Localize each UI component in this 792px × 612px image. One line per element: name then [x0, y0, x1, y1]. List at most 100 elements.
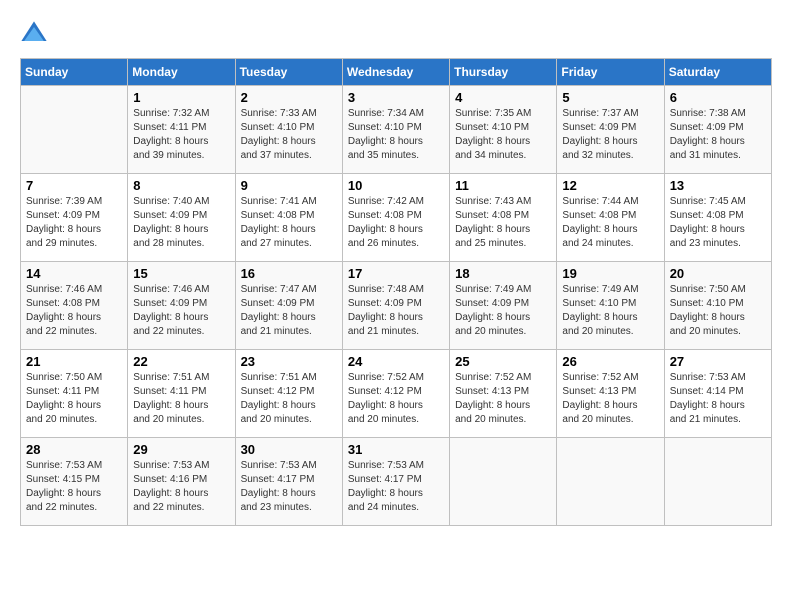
calendar-cell: 17 Sunrise: 7:48 AMSunset: 4:09 PMDayligh…	[342, 262, 449, 350]
calendar-cell: 7 Sunrise: 7:39 AMSunset: 4:09 PMDaylight…	[21, 174, 128, 262]
calendar-cell: 30Sunrise: 7:53 AMSunset: 4:17 PMDayligh…	[235, 438, 342, 526]
day-number: 26	[562, 354, 658, 369]
day-number: 1	[133, 90, 229, 105]
calendar-cell: 3 Sunrise: 7:34 AMSunset: 4:10 PMDaylight…	[342, 86, 449, 174]
calendar-cell: 27 Sunrise: 7:53 AMSunset: 4:14 PMDayligh…	[664, 350, 771, 438]
day-number: 18	[455, 266, 551, 281]
col-header-sunday: Sunday	[21, 59, 128, 86]
day-number: 13	[670, 178, 766, 193]
day-info: Sunrise: 7:53 AMSunset: 4:16 PMDaylight:…	[133, 459, 229, 515]
calendar-cell: 6 Sunrise: 7:38 AMSunset: 4:09 PMDaylight…	[664, 86, 771, 174]
calendar-cell: 31 Sunrise: 7:53 AMSunset: 4:17 PMDayligh…	[342, 438, 449, 526]
day-info: Sunrise: 7:53 AMSunset: 4:14 PMDaylight:…	[670, 371, 766, 427]
day-info: Sunrise: 7:42 AMSunset: 4:08 PMDaylight:…	[348, 195, 444, 251]
day-info: Sunrise: 7:35 AMSunset: 4:10 PMDaylight:…	[455, 107, 551, 163]
day-info: Sunrise: 7:45 AMSunset: 4:08 PMDaylight:…	[670, 195, 766, 251]
calendar-cell: 1Sunrise: 7:32 AMSunset: 4:11 PMDaylight…	[128, 86, 235, 174]
day-info: Sunrise: 7:53 AMSunset: 4:17 PMDaylight:…	[348, 459, 444, 515]
day-number: 29	[133, 442, 229, 457]
calendar-week-1: 1Sunrise: 7:32 AMSunset: 4:11 PMDaylight…	[21, 86, 772, 174]
day-info: Sunrise: 7:52 AMSunset: 4:13 PMDaylight:…	[455, 371, 551, 427]
day-number: 22	[133, 354, 229, 369]
day-info: Sunrise: 7:41 AMSunset: 4:08 PMDaylight:…	[241, 195, 337, 251]
day-info: Sunrise: 7:33 AMSunset: 4:10 PMDaylight:…	[241, 107, 337, 163]
calendar-cell: 23Sunrise: 7:51 AMSunset: 4:12 PMDayligh…	[235, 350, 342, 438]
day-number: 31	[348, 442, 444, 457]
col-header-tuesday: Tuesday	[235, 59, 342, 86]
calendar-cell: 22 Sunrise: 7:51 AMSunset: 4:11 PMDayligh…	[128, 350, 235, 438]
day-number: 5	[562, 90, 658, 105]
calendar-cell: 12 Sunrise: 7:44 AMSunset: 4:08 PMDayligh…	[557, 174, 664, 262]
day-info: Sunrise: 7:53 AMSunset: 4:17 PMDaylight:…	[241, 459, 337, 515]
calendar-cell: 21 Sunrise: 7:50 AMSunset: 4:11 PMDayligh…	[21, 350, 128, 438]
day-info: Sunrise: 7:40 AMSunset: 4:09 PMDaylight:…	[133, 195, 229, 251]
day-info: Sunrise: 7:50 AMSunset: 4:11 PMDaylight:…	[26, 371, 122, 427]
day-number: 19	[562, 266, 658, 281]
calendar-week-3: 14Sunrise: 7:46 AMSunset: 4:08 PMDayligh…	[21, 262, 772, 350]
day-info: Sunrise: 7:44 AMSunset: 4:08 PMDaylight:…	[562, 195, 658, 251]
calendar-cell: 28Sunrise: 7:53 AMSunset: 4:15 PMDayligh…	[21, 438, 128, 526]
calendar-cell: 19 Sunrise: 7:49 AMSunset: 4:10 PMDayligh…	[557, 262, 664, 350]
calendar-cell: 16 Sunrise: 7:47 AMSunset: 4:09 PMDayligh…	[235, 262, 342, 350]
logo	[20, 20, 52, 48]
calendar-cell: 20Sunrise: 7:50 AMSunset: 4:10 PMDayligh…	[664, 262, 771, 350]
day-number: 6	[670, 90, 766, 105]
page-header	[20, 20, 772, 48]
day-number: 20	[670, 266, 766, 281]
day-number: 11	[455, 178, 551, 193]
calendar-cell	[557, 438, 664, 526]
day-number: 21	[26, 354, 122, 369]
day-number: 7	[26, 178, 122, 193]
calendar-table: SundayMondayTuesdayWednesdayThursdayFrid…	[20, 58, 772, 526]
calendar-cell: 24 Sunrise: 7:52 AMSunset: 4:12 PMDayligh…	[342, 350, 449, 438]
calendar-cell: 5 Sunrise: 7:37 AMSunset: 4:09 PMDaylight…	[557, 86, 664, 174]
logo-icon	[20, 20, 48, 48]
col-header-monday: Monday	[128, 59, 235, 86]
day-number: 9	[241, 178, 337, 193]
day-number: 25	[455, 354, 551, 369]
calendar-week-2: 7 Sunrise: 7:39 AMSunset: 4:09 PMDaylight…	[21, 174, 772, 262]
day-number: 17	[348, 266, 444, 281]
calendar-cell: 10 Sunrise: 7:42 AMSunset: 4:08 PMDayligh…	[342, 174, 449, 262]
day-info: Sunrise: 7:34 AMSunset: 4:10 PMDaylight:…	[348, 107, 444, 163]
day-info: Sunrise: 7:52 AMSunset: 4:12 PMDaylight:…	[348, 371, 444, 427]
day-info: Sunrise: 7:37 AMSunset: 4:09 PMDaylight:…	[562, 107, 658, 163]
day-info: Sunrise: 7:38 AMSunset: 4:09 PMDaylight:…	[670, 107, 766, 163]
calendar-cell: 2Sunrise: 7:33 AMSunset: 4:10 PMDaylight…	[235, 86, 342, 174]
calendar-cell: 15Sunrise: 7:46 AMSunset: 4:09 PMDayligh…	[128, 262, 235, 350]
day-info: Sunrise: 7:52 AMSunset: 4:13 PMDaylight:…	[562, 371, 658, 427]
calendar-cell	[664, 438, 771, 526]
day-number: 27	[670, 354, 766, 369]
day-info: Sunrise: 7:49 AMSunset: 4:09 PMDaylight:…	[455, 283, 551, 339]
calendar-cell: 18 Sunrise: 7:49 AMSunset: 4:09 PMDayligh…	[450, 262, 557, 350]
day-info: Sunrise: 7:39 AMSunset: 4:09 PMDaylight:…	[26, 195, 122, 251]
calendar-cell	[21, 86, 128, 174]
day-info: Sunrise: 7:51 AMSunset: 4:12 PMDaylight:…	[241, 371, 337, 427]
calendar-cell: 26 Sunrise: 7:52 AMSunset: 4:13 PMDayligh…	[557, 350, 664, 438]
calendar-cell	[450, 438, 557, 526]
day-number: 15	[133, 266, 229, 281]
day-info: Sunrise: 7:46 AMSunset: 4:08 PMDaylight:…	[26, 283, 122, 339]
col-header-wednesday: Wednesday	[342, 59, 449, 86]
calendar-cell: 13 Sunrise: 7:45 AMSunset: 4:08 PMDayligh…	[664, 174, 771, 262]
day-number: 12	[562, 178, 658, 193]
calendar-cell: 4 Sunrise: 7:35 AMSunset: 4:10 PMDaylight…	[450, 86, 557, 174]
calendar-cell: 29 Sunrise: 7:53 AMSunset: 4:16 PMDayligh…	[128, 438, 235, 526]
calendar-cell: 9 Sunrise: 7:41 AMSunset: 4:08 PMDaylight…	[235, 174, 342, 262]
day-number: 4	[455, 90, 551, 105]
calendar-cell: 14Sunrise: 7:46 AMSunset: 4:08 PMDayligh…	[21, 262, 128, 350]
calendar-week-4: 21 Sunrise: 7:50 AMSunset: 4:11 PMDayligh…	[21, 350, 772, 438]
col-header-friday: Friday	[557, 59, 664, 86]
day-number: 10	[348, 178, 444, 193]
day-info: Sunrise: 7:48 AMSunset: 4:09 PMDaylight:…	[348, 283, 444, 339]
day-info: Sunrise: 7:49 AMSunset: 4:10 PMDaylight:…	[562, 283, 658, 339]
day-number: 16	[241, 266, 337, 281]
col-header-thursday: Thursday	[450, 59, 557, 86]
day-number: 3	[348, 90, 444, 105]
day-info: Sunrise: 7:47 AMSunset: 4:09 PMDaylight:…	[241, 283, 337, 339]
day-info: Sunrise: 7:51 AMSunset: 4:11 PMDaylight:…	[133, 371, 229, 427]
col-header-saturday: Saturday	[664, 59, 771, 86]
calendar-cell: 8Sunrise: 7:40 AMSunset: 4:09 PMDaylight…	[128, 174, 235, 262]
calendar-cell: 11Sunrise: 7:43 AMSunset: 4:08 PMDayligh…	[450, 174, 557, 262]
day-number: 24	[348, 354, 444, 369]
